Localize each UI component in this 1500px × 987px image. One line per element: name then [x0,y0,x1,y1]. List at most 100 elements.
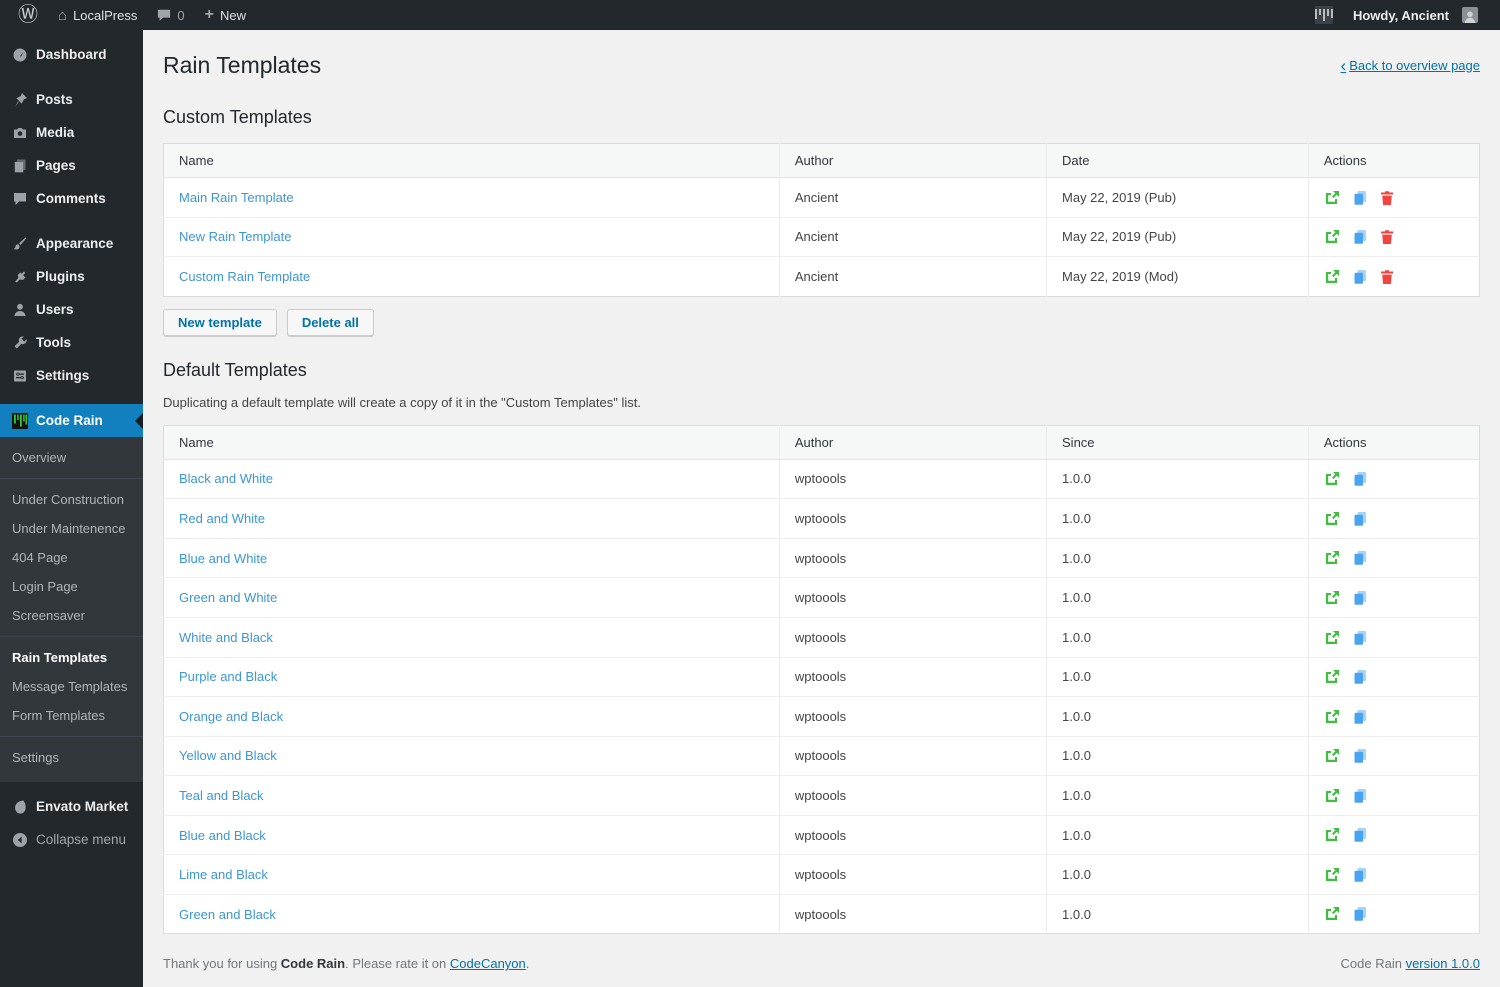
open-template-icon[interactable] [1324,511,1340,527]
template-name-link[interactable]: Main Rain Template [179,190,294,205]
open-template-icon[interactable] [1324,906,1340,922]
submenu-item-screensaver[interactable]: Screensaver [0,601,143,630]
sidebar-item-label: Plugins [36,269,85,284]
open-template-icon[interactable] [1324,748,1340,764]
template-name-link[interactable]: Green and White [179,590,277,605]
submenu-item-login-page[interactable]: Login Page [0,572,143,601]
open-template-icon[interactable] [1324,190,1340,206]
template-name-link[interactable]: Purple and Black [179,669,277,684]
duplicate-template-icon[interactable] [1352,827,1368,843]
column-header-author: Author [778,425,1047,460]
delete-template-icon[interactable] [1379,269,1395,285]
site-name-link[interactable]: ⌂ LocalPress [48,0,147,30]
submenu-item-settings[interactable]: Settings [0,743,143,772]
template-name-link[interactable]: Orange and Black [179,709,283,724]
template-name-link[interactable]: Blue and Black [179,828,266,843]
delete-template-icon[interactable] [1379,190,1395,206]
sidebar-item-label: Tools [36,335,71,350]
comments-shortcut[interactable]: 0 [147,0,194,30]
delete-template-icon[interactable] [1379,229,1395,245]
submenu-divider [0,478,143,479]
sidebar-item-pages[interactable]: Pages [0,149,143,182]
template-since: 1.0.0 [1046,814,1309,855]
duplicate-template-icon[interactable] [1352,190,1368,206]
sidebar-item-envato-market[interactable]: Envato Market [0,790,143,823]
submenu-item-under-maintenence[interactable]: Under Maintenence [0,514,143,543]
default-template-row: Lime and Black wptoools 1.0.0 [163,854,1480,895]
template-name-link[interactable]: New Rain Template [179,229,291,244]
submenu-item-message-templates[interactable]: Message Templates [0,672,143,701]
open-template-icon[interactable] [1324,471,1340,487]
sidebar-item-appearance[interactable]: Appearance [0,227,143,260]
sidebar-item-code-rain[interactable]: Code Rain [0,404,143,437]
duplicate-template-icon[interactable] [1352,269,1368,285]
open-template-icon[interactable] [1324,709,1340,725]
admin-sidebar: Dashboard Posts Media Pages Comments App… [0,30,143,987]
sidebar-item-users[interactable]: Users [0,293,143,326]
template-name-link[interactable]: Red and White [179,511,265,526]
sidebar-item-comments[interactable]: Comments [0,182,143,215]
duplicate-template-icon[interactable] [1352,229,1368,245]
duplicate-template-icon[interactable] [1352,906,1368,922]
duplicate-template-icon[interactable] [1352,867,1368,883]
sidebar-item-dashboard[interactable]: Dashboard [0,38,143,71]
template-name-link[interactable]: Custom Rain Template [179,269,310,284]
open-template-icon[interactable] [1324,630,1340,646]
duplicate-template-icon[interactable] [1352,511,1368,527]
sidebar-item-settings[interactable]: Settings [0,359,143,392]
duplicate-template-icon[interactable] [1352,748,1368,764]
new-content-menu[interactable]: + New [195,0,256,30]
codecanyon-link[interactable]: CodeCanyon [450,956,526,971]
new-template-button[interactable]: New template [163,308,277,336]
submenu-item-overview[interactable]: Overview [0,443,143,472]
open-template-icon[interactable] [1324,229,1340,245]
duplicate-template-icon[interactable] [1352,709,1368,725]
column-header-since: Since [1046,425,1309,460]
column-header-actions: Actions [1307,425,1480,460]
open-template-icon[interactable] [1324,867,1340,883]
code-rain-bars-icon [1314,6,1333,24]
duplicate-template-icon[interactable] [1352,788,1368,804]
sidebar-item-posts[interactable]: Posts [0,83,143,116]
template-name-link[interactable]: Black and White [179,471,273,486]
template-date: May 22, 2019 (Pub) [1046,177,1309,218]
open-template-icon[interactable] [1324,669,1340,685]
sidebar-item-tools[interactable]: Tools [0,326,143,359]
duplicate-template-icon[interactable] [1352,590,1368,606]
duplicate-template-icon[interactable] [1352,630,1368,646]
sidebar-item-plugins[interactable]: Plugins [0,260,143,293]
wordpress-logo-menu[interactable]: Ⓦ [8,0,48,30]
user-icon [11,301,28,318]
open-template-icon[interactable] [1324,590,1340,606]
version-link[interactable]: version 1.0.0 [1406,956,1480,971]
delete-all-button[interactable]: Delete all [286,308,374,336]
duplicate-template-icon[interactable] [1352,550,1368,566]
template-date: May 22, 2019 (Pub) [1046,216,1309,257]
code-rain-icon [11,412,28,429]
back-to-overview-link[interactable]: ‹ Back to overview page [1341,57,1480,74]
submenu-item-404-page[interactable]: 404 Page [0,543,143,572]
account-menu[interactable]: Howdy, Ancient [1343,0,1488,30]
duplicate-template-icon[interactable] [1352,471,1368,487]
template-name-link[interactable]: Teal and Black [179,788,264,803]
sidebar-item-collapse-menu[interactable]: Collapse menu [0,823,143,856]
code-rain-adminbar-shortcut[interactable] [1305,0,1343,30]
template-name-link[interactable]: Green and Black [179,907,276,922]
open-template-icon[interactable] [1324,827,1340,843]
template-since: 1.0.0 [1046,537,1309,578]
sidebar-item-media[interactable]: Media [0,116,143,149]
template-name-link[interactable]: Yellow and Black [179,748,277,763]
submenu-item-form-templates[interactable]: Form Templates [0,701,143,730]
template-name-link[interactable]: Lime and Black [179,867,268,882]
plus-icon: + [204,6,214,23]
open-template-icon[interactable] [1324,550,1340,566]
submenu-item-under-construction[interactable]: Under Construction [0,485,143,514]
template-name-link[interactable]: White and Black [179,630,273,645]
open-template-icon[interactable] [1324,269,1340,285]
sidebar-item-label: Dashboard [36,47,107,62]
template-name-link[interactable]: Blue and White [179,551,267,566]
column-header-name: Name [163,143,780,178]
open-template-icon[interactable] [1324,788,1340,804]
duplicate-template-icon[interactable] [1352,669,1368,685]
submenu-item-rain-templates[interactable]: Rain Templates [0,643,143,672]
